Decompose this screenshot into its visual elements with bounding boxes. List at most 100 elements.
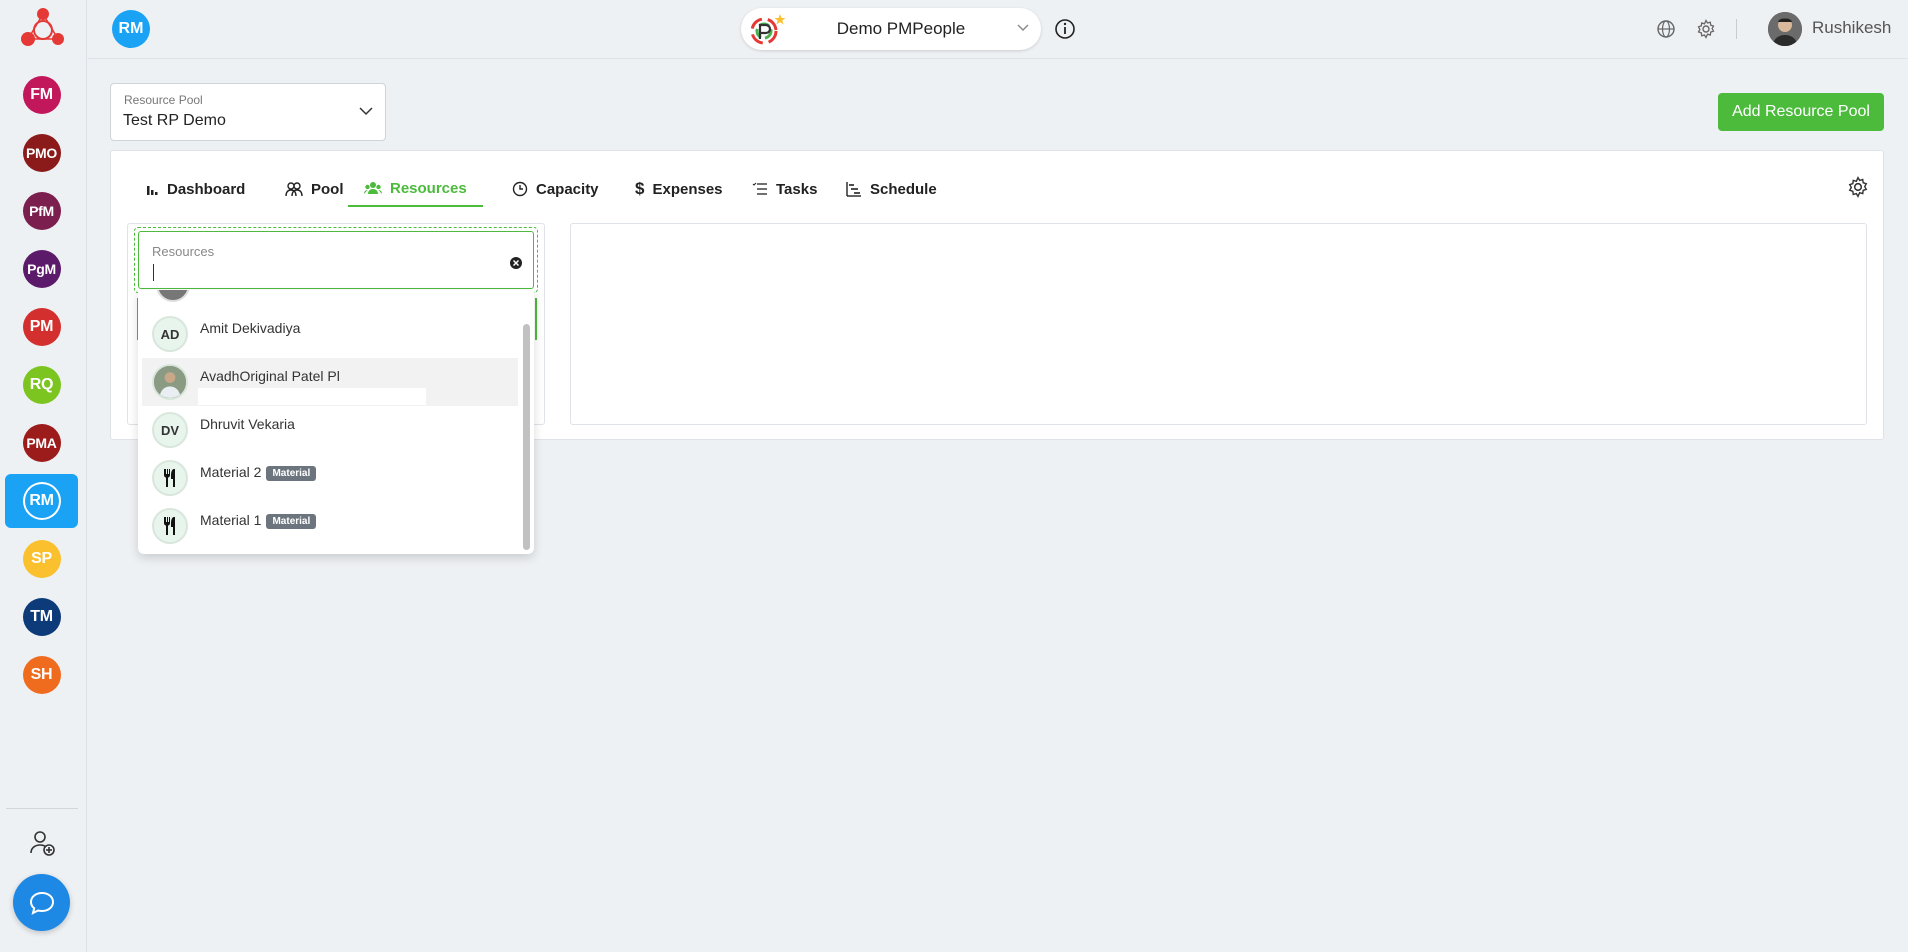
text-caret <box>153 264 154 281</box>
sidebar-item-fm[interactable]: FM <box>5 68 78 122</box>
sidebar-item-pfm[interactable]: PfM <box>5 184 78 238</box>
cutlery-icon <box>164 469 175 487</box>
tab-label: Capacity <box>536 180 599 198</box>
sidebar-item-tm[interactable]: TM <box>5 590 78 644</box>
list-icon <box>752 182 767 195</box>
option-subtitle <box>198 388 426 405</box>
sidebar-item-rm[interactable]: RM <box>5 474 78 528</box>
module-badge: FM <box>22 76 61 114</box>
avatar: DV <box>152 412 188 448</box>
workspace-logo <box>750 14 786 45</box>
person-photo <box>154 366 186 398</box>
sidebar-item-sh[interactable]: SH <box>5 648 78 702</box>
list-item[interactable]: Material 2 Material <box>142 454 518 502</box>
resource-detail-panel <box>570 223 1867 425</box>
option-name: Material 1 Material <box>200 512 317 529</box>
globe-icon[interactable] <box>1656 19 1676 39</box>
module-badge: PMO <box>22 134 61 172</box>
user-photo <box>1768 12 1802 46</box>
tab-tasks[interactable]: Tasks <box>736 171 833 207</box>
workspace-name: Demo PMPeople <box>836 19 966 38</box>
avatar <box>152 364 188 400</box>
group-icon <box>364 182 382 194</box>
option-label: Material 1 <box>200 512 262 528</box>
people-icon <box>285 182 303 197</box>
tab-expenses[interactable]: $ Expenses <box>619 171 739 207</box>
gear-icon[interactable] <box>1847 176 1869 198</box>
workspace-selector[interactable]: Demo PMPeople <box>741 8 1041 50</box>
clear-icon[interactable] <box>509 256 523 270</box>
sidebar-item-pm[interactable]: PM <box>5 300 78 354</box>
add-resource-pool-button[interactable]: Add Resource Pool <box>1718 93 1884 131</box>
sidebar-divider <box>6 808 78 809</box>
resource-pool-label: Resource Pool <box>124 93 203 107</box>
list-item[interactable]: DV Dhruvit Vekaria <box>142 406 518 454</box>
module-badge: RM <box>22 482 61 520</box>
resource-pool-select[interactable]: Resource Pool Test RP Demo <box>110 83 386 141</box>
resources-search-input[interactable] <box>151 262 491 282</box>
dollar-icon: $ <box>635 179 645 198</box>
current-module-badge[interactable]: RM <box>112 10 150 48</box>
tab-label: Dashboard <box>167 180 246 198</box>
resources-search-field[interactable]: Resources <box>138 231 534 289</box>
sidebar: FM PMO PfM PgM PM RQ PMA RM SP TM SH <box>0 0 87 952</box>
sidebar-item-sp[interactable]: SP <box>5 532 78 586</box>
chevron-down-icon <box>359 107 373 116</box>
resource-pool-value: Test RP Demo <box>123 112 226 129</box>
gear-icon[interactable] <box>1696 19 1716 39</box>
module-badge: SH <box>22 656 61 694</box>
tab-schedule[interactable]: Schedule <box>830 171 953 207</box>
user-plus-icon[interactable] <box>28 828 58 858</box>
tab-label: Schedule <box>870 180 937 198</box>
chevron-down-icon <box>1017 24 1029 31</box>
avatar <box>152 460 188 496</box>
module-badge: PfM <box>22 192 61 230</box>
sidebar-item-pma[interactable]: PMA <box>5 416 78 470</box>
material-badge: Material <box>266 513 317 529</box>
tab-pool[interactable]: Pool <box>269 171 360 207</box>
list-item[interactable]: AvadhOriginal Patel Pl <box>142 358 518 406</box>
resources-search-focus-ring: Resources <box>134 227 538 293</box>
avatar: AD <box>152 316 188 352</box>
chat-button[interactable] <box>13 874 70 931</box>
dropdown-scrollbar[interactable] <box>523 324 530 550</box>
cutlery-icon <box>164 517 175 535</box>
gantt-icon <box>846 182 861 197</box>
clock-icon <box>512 181 528 197</box>
option-name: AvadhOriginal Patel Pl <box>200 368 340 384</box>
tab-capacity[interactable]: Capacity <box>496 171 615 207</box>
tab-label: Expenses <box>652 180 723 198</box>
header-separator <box>1736 19 1737 39</box>
tab-label: Tasks <box>776 180 818 198</box>
option-name: Material 2 Material <box>200 464 317 481</box>
sidebar-item-pgm[interactable]: PgM <box>5 242 78 296</box>
tab-label: Resources <box>390 179 467 197</box>
avatar <box>156 290 190 302</box>
material-badge: Material <box>266 465 317 481</box>
app-logo[interactable] <box>18 6 68 48</box>
module-badge: RQ <box>22 366 61 404</box>
resources-search-label: Resources <box>152 244 215 259</box>
tab-resources[interactable]: Resources <box>348 171 483 207</box>
user-name[interactable]: Rushikesh <box>1812 18 1891 38</box>
option-name: Amit Dekivadiya <box>200 320 301 336</box>
list-item[interactable]: Material 1 Material <box>142 502 518 550</box>
info-icon[interactable] <box>1054 18 1076 40</box>
tab-dashboard[interactable]: Dashboard <box>129 171 261 207</box>
option-label: Material 2 <box>200 464 262 480</box>
module-badge: PM <box>22 308 61 346</box>
list-item[interactable]: AD Amit Dekivadiya <box>142 310 518 358</box>
resources-dropdown: AD Amit Dekivadiya AvadhOriginal Patel P… <box>138 290 534 554</box>
option-name: Dhruvit Vekaria <box>200 416 295 432</box>
chat-bubble-icon <box>29 891 54 915</box>
top-bar: RM Demo PMPeople Rushikesh <box>88 0 1908 59</box>
tab-label: Pool <box>311 180 344 198</box>
bar-chart-icon <box>147 186 158 195</box>
sidebar-item-pmo[interactable]: PMO <box>5 126 78 180</box>
module-badge: SP <box>22 540 61 578</box>
user-avatar[interactable] <box>1768 12 1802 46</box>
avatar <box>152 508 188 544</box>
module-badge: PMA <box>22 424 61 462</box>
module-badge: PgM <box>22 250 61 288</box>
sidebar-item-rq[interactable]: RQ <box>5 358 78 412</box>
